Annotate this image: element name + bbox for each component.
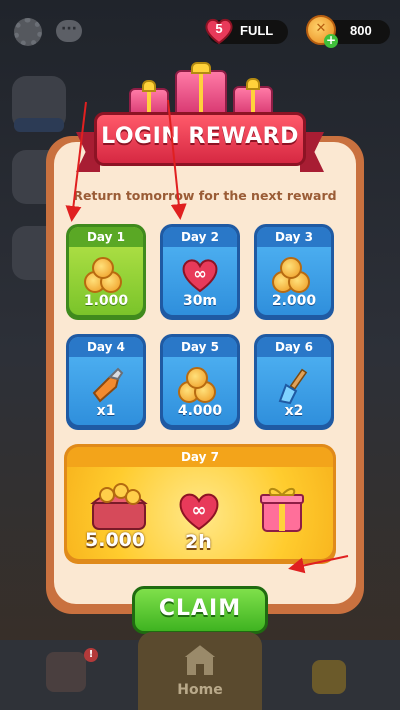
arrow-to-day1 bbox=[65, 101, 87, 222]
arrow-to-day2 bbox=[167, 99, 187, 220]
annotation-arrows bbox=[65, 99, 349, 574]
arrow-to-day7 bbox=[288, 555, 349, 574]
